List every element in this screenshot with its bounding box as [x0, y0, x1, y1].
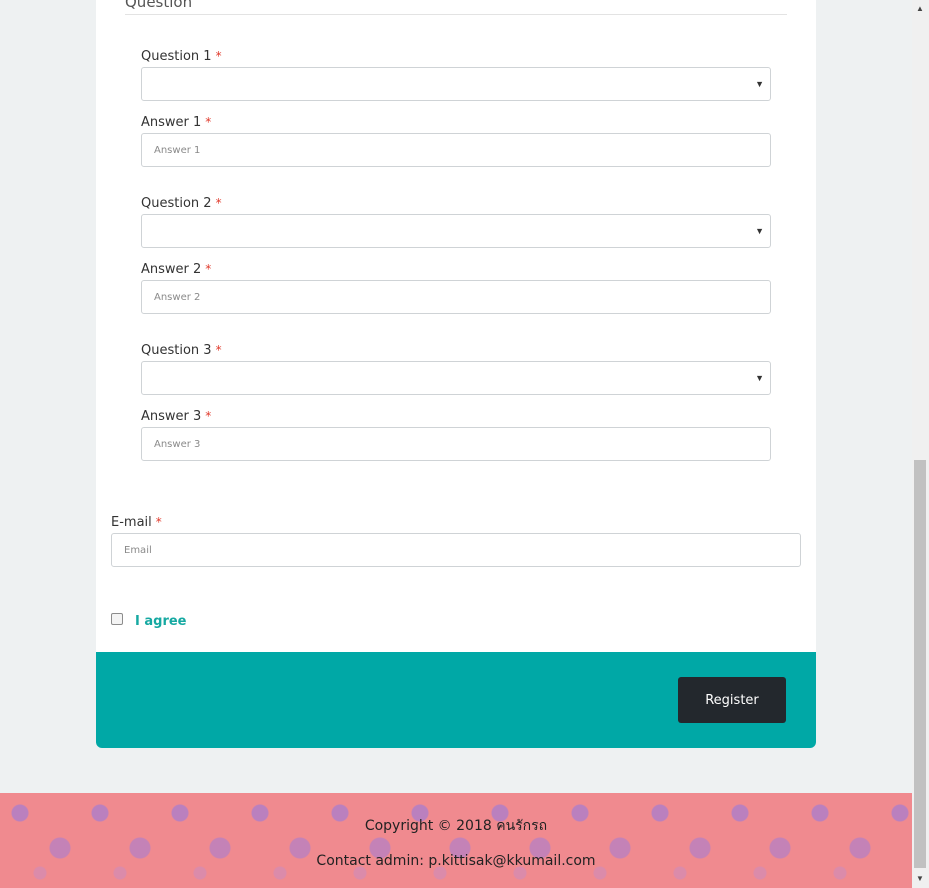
email-input[interactable]: Email: [111, 533, 801, 567]
page-footer: Copyright © 2018 คนรักรถ Contact admin: …: [0, 793, 912, 888]
required-mark: *: [205, 262, 212, 276]
contact-text: Contact admin: p.kittisak@kkumail.com: [316, 853, 596, 869]
caret-down-icon: ▼: [755, 373, 764, 383]
scrollbar-thumb[interactable]: [914, 460, 926, 868]
required-mark: *: [215, 49, 222, 63]
required-mark: *: [155, 515, 162, 529]
scroll-up-icon[interactable]: ▲: [916, 4, 924, 13]
answer-1-input[interactable]: Answer 1: [141, 133, 771, 167]
required-mark: *: [205, 409, 212, 423]
question-2-label: Question 2 *: [141, 196, 222, 211]
copyright-text: Copyright © 2018 คนรักรถ: [364, 818, 548, 834]
scroll-down-icon[interactable]: ▼: [916, 874, 924, 883]
question-2-select[interactable]: ▼: [141, 214, 771, 248]
register-form-card: Question Question 1 * ▼ Answer 1 * Answer …: [96, 0, 816, 748]
answer-1-label-text: Answer 1: [141, 115, 202, 130]
answer-3-label: Answer 3 *: [141, 409, 211, 424]
answer-2-label: Answer 2 *: [141, 262, 211, 277]
question-1-label-text: Question 1: [141, 49, 212, 64]
question-3-select[interactable]: ▼: [141, 361, 771, 395]
section-title: Question: [125, 0, 787, 15]
caret-down-icon: ▼: [755, 226, 764, 236]
question-3-label: Question 3 *: [141, 343, 222, 358]
answer-3-placeholder: Answer 3: [154, 439, 201, 450]
answer-1-label: Answer 1 *: [141, 115, 211, 130]
answer-2-placeholder: Answer 2: [154, 292, 201, 303]
caret-down-icon: ▼: [755, 79, 764, 89]
agree-label[interactable]: I agree: [135, 614, 187, 629]
question-2-label-text: Question 2: [141, 196, 212, 211]
question-1-label: Question 1 *: [141, 49, 222, 64]
email-placeholder: Email: [124, 545, 152, 556]
answer-2-input[interactable]: Answer 2: [141, 280, 771, 314]
email-label: E-mail *: [111, 515, 162, 530]
answer-3-input[interactable]: Answer 3: [141, 427, 771, 461]
required-mark: *: [215, 196, 222, 210]
email-label-text: E-mail: [111, 515, 152, 530]
register-button[interactable]: Register: [678, 677, 786, 723]
agree-checkbox[interactable]: [111, 613, 123, 625]
form-action-bar: Register: [96, 652, 816, 748]
answer-3-label-text: Answer 3: [141, 409, 202, 424]
question-3-label-text: Question 3: [141, 343, 212, 358]
required-mark: *: [215, 343, 222, 357]
vertical-scrollbar[interactable]: ▲ ▼: [912, 0, 929, 888]
answer-1-placeholder: Answer 1: [154, 145, 201, 156]
answer-2-label-text: Answer 2: [141, 262, 202, 277]
required-mark: *: [205, 115, 212, 129]
question-1-select[interactable]: ▼: [141, 67, 771, 101]
